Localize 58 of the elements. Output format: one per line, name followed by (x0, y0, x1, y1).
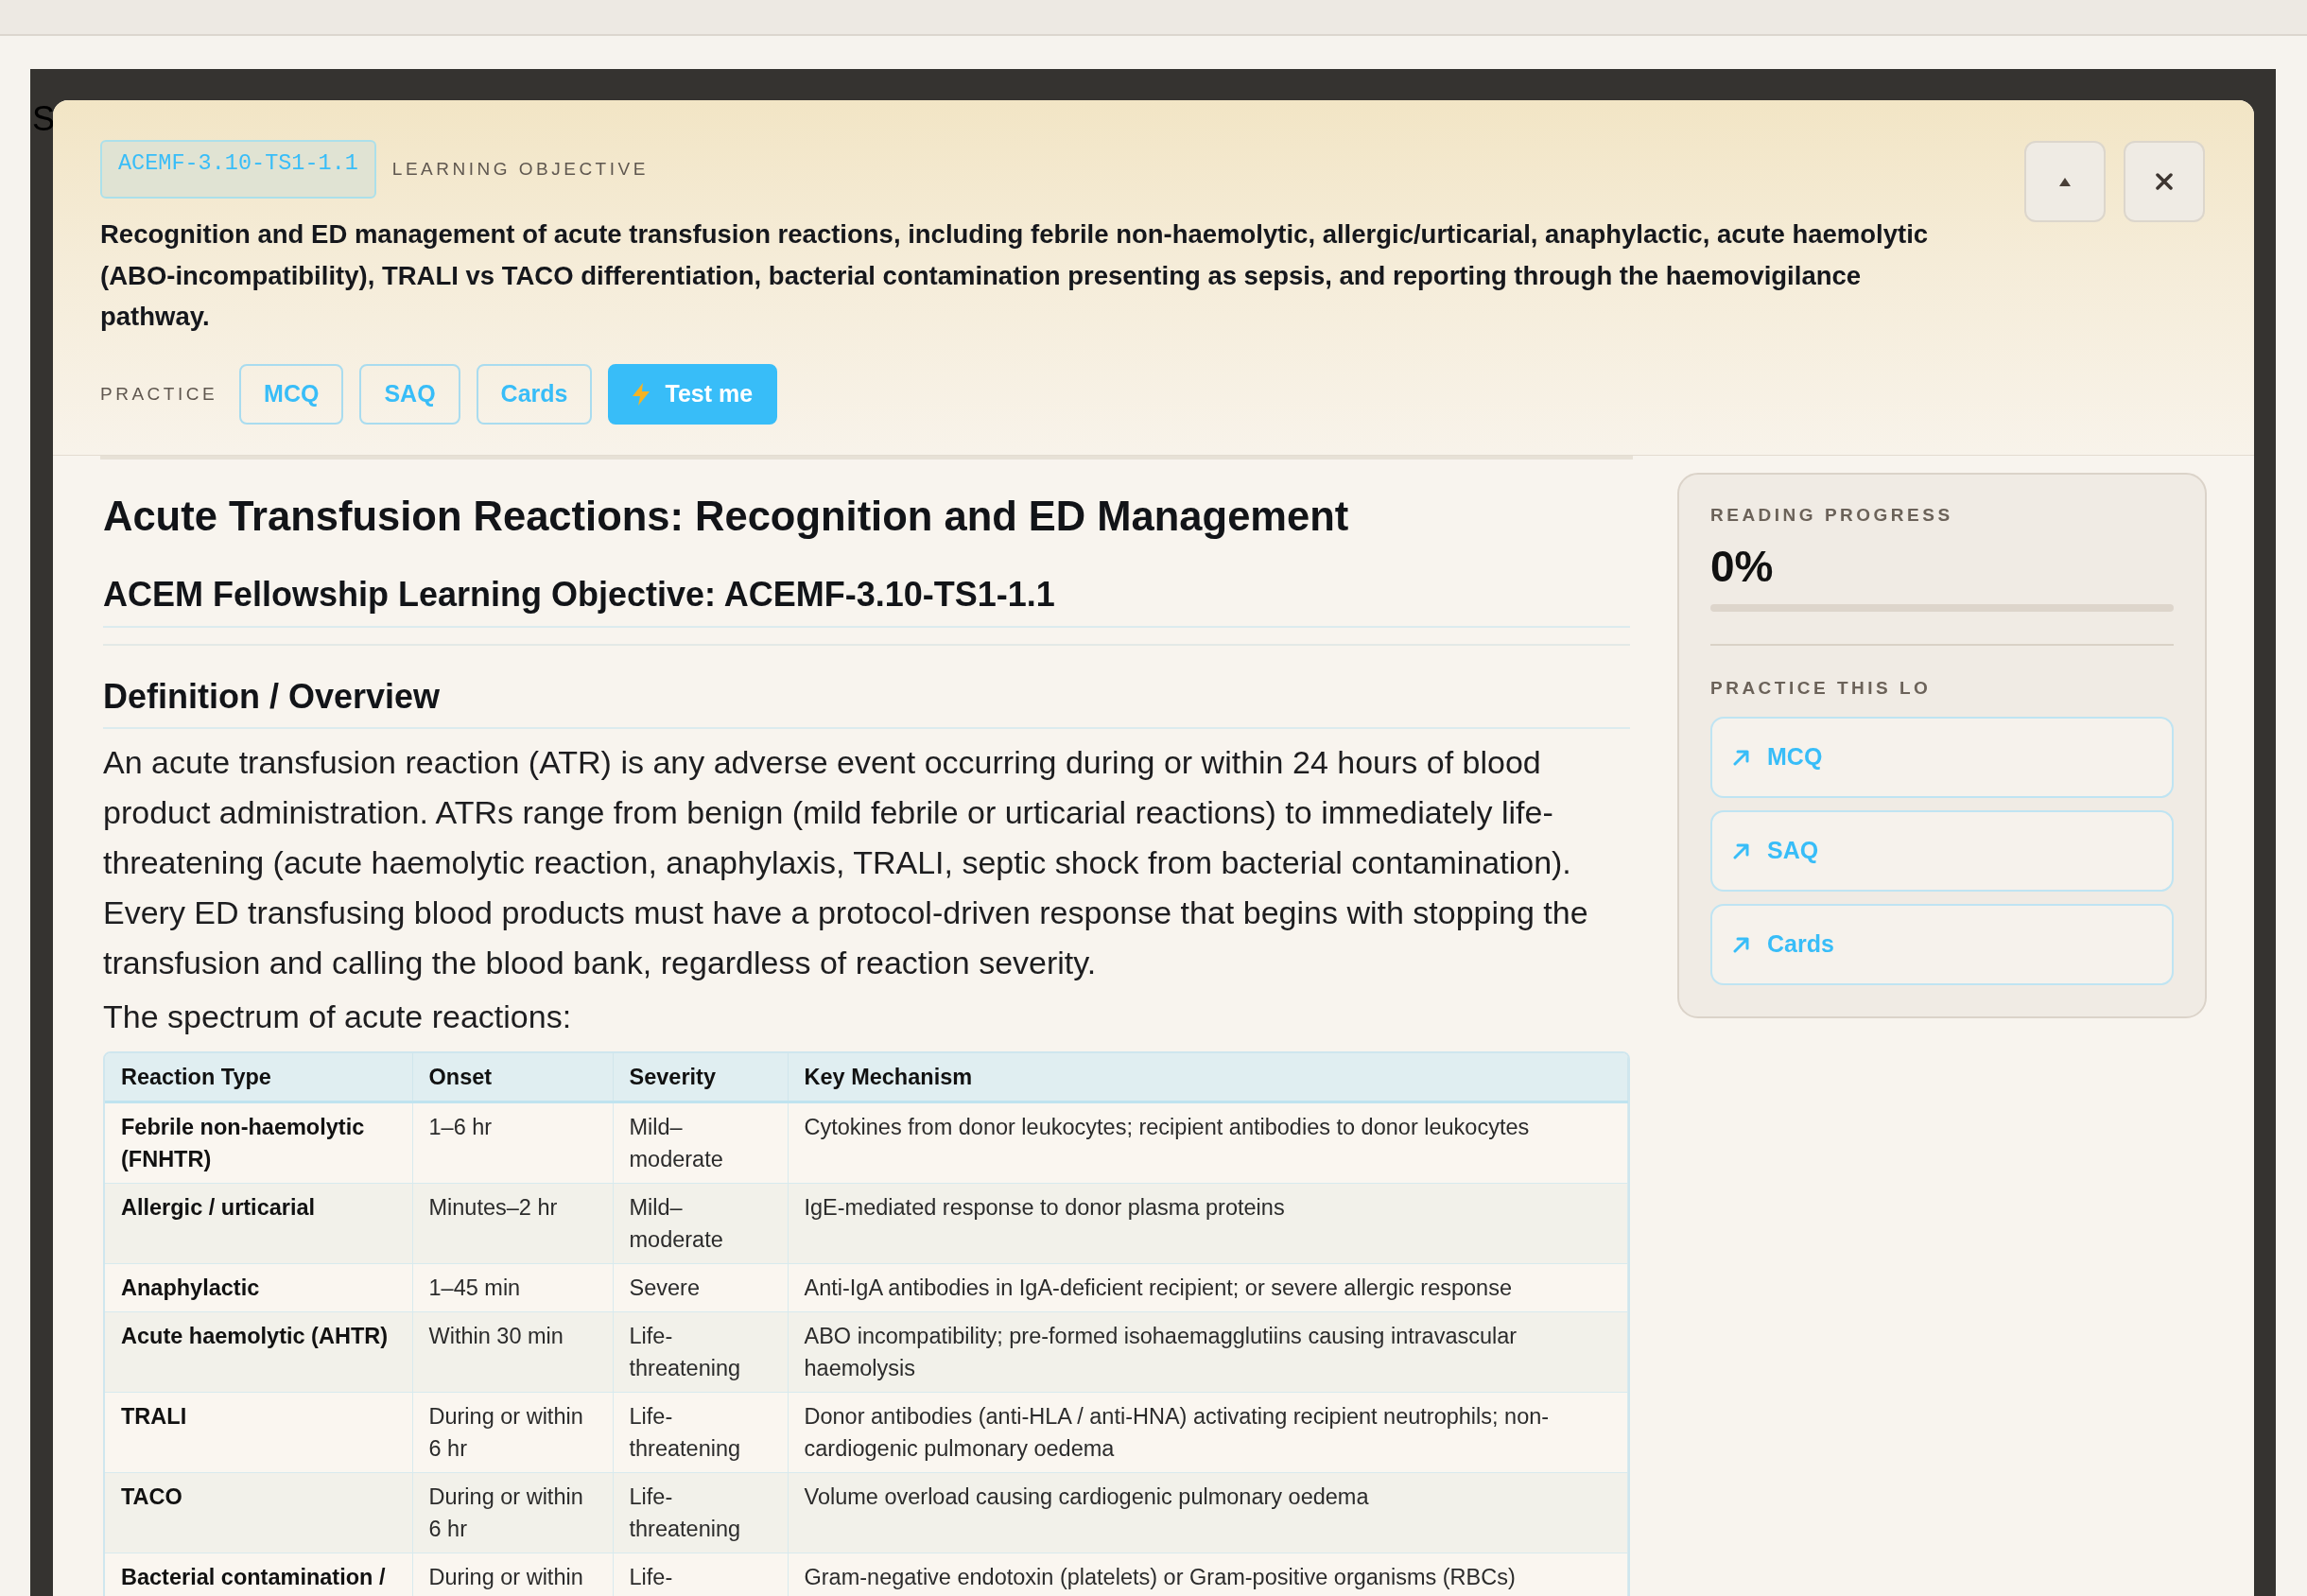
test-me-button[interactable]: Test me (608, 363, 778, 425)
table-cell: Anaphylactic (105, 1263, 412, 1311)
table-cell: 1–45 min (412, 1263, 613, 1311)
section-heading: Definition / Overview (103, 674, 1630, 729)
practice-link[interactable]: SAQ (1710, 809, 2174, 892)
practice-button[interactable]: SAQ (359, 363, 460, 425)
table-cell: Mild–moderate (613, 1183, 788, 1263)
table-cell: Life-threatening (613, 1392, 788, 1472)
arrow-up-right-icon (1733, 748, 1750, 766)
practice-label: PRACTICE (100, 383, 218, 405)
table-header-cell: Onset (412, 1052, 613, 1102)
table-cell: Donor antibodies (anti-HLA / anti-HNA) activating recipient neutrophils; non-cardiogenic pulmonary oedema (788, 1392, 1628, 1472)
close-icon (2156, 173, 2173, 190)
table-cell: Allergic / urticarial (105, 1183, 412, 1263)
table-cell: 1–6 hr (412, 1102, 613, 1183)
table-cell: Volume overload causing cardiogenic pulmonary oedema (788, 1472, 1628, 1553)
table-cell: Minutes–2 hr (412, 1183, 613, 1263)
arrow-up-right-icon (1733, 935, 1750, 953)
table-cell: Severe (613, 1263, 788, 1311)
practice-button[interactable]: Cards (476, 363, 593, 425)
practice-button[interactable]: MCQ (239, 363, 344, 425)
table-cell: During or within (412, 1553, 613, 1596)
table-cell: TACO (105, 1472, 412, 1553)
table-header-cell: Reaction Type (105, 1052, 412, 1102)
arrow-up-right-icon (1733, 841, 1750, 859)
table-cell: Life- (613, 1553, 788, 1596)
practice-link[interactable]: MCQ (1710, 716, 2174, 798)
table-cell: During or within 6 hr (412, 1392, 613, 1472)
table-cell: Febrile non-haemolytic (FNHTR) (105, 1102, 412, 1183)
table-cell: Life-threatening (613, 1472, 788, 1553)
lightning-icon (633, 382, 650, 406)
article-title: Acute Transfusion Reactions: Recognition and ED Management (103, 492, 1350, 541)
section-label: LEARNING OBJECTIVE (391, 159, 649, 180)
table-cell: IgE-mediated response to donor plasma proteins (788, 1183, 1628, 1263)
practice-heading: PRACTICE THIS LO (1710, 676, 1933, 700)
table-cell: Anti-IgA antibodies in IgA-deficient recipient; or severe allergic response (788, 1263, 1628, 1311)
table-cell: Mild–moderate (613, 1102, 788, 1183)
table-cell: Gram-negative endotoxin (platelets) or Gram-positive organisms (RBCs) (788, 1553, 1628, 1596)
body-paragraph: An acute transfusion reaction (ATR) is any adverse event occurring during or within 24 hours of blood product administration. ATRs range from benign (mild febrile or urticarial reactions) to immediately life-threatening (acute haemolytic reaction, anaphylaxis, TRALI, septic shock from bacterial contamination). Every ED transfusing blood products must have a protocol-driven response that begins with stopping the transfusion and calling the blood bank, regardless of reaction severity. (103, 742, 1589, 982)
caret-up-icon (2059, 177, 2071, 186)
table-cell: Acute haemolytic (AHTR) (105, 1311, 412, 1392)
table-cell: Bacterial contamination / (105, 1553, 412, 1596)
table-cell: Within 30 min (412, 1311, 613, 1392)
objective-text: Recognition and ED management of acute transfusion reactions, including febrile non-haemolytic, allergic/urticarial, anaphylactic, acute haemolytic (ABO-incompatibility), TRALI vs TACO differentiation, bacterial contamination presenting as sepsis, and reporting through the haemovigilance pathway. (100, 218, 1930, 333)
close-button[interactable] (2124, 141, 2205, 222)
table-cell: Cytokines from donor leukocytes; recipient antibodies to donor leukocytes (788, 1102, 1628, 1183)
progress-value: 0% (1710, 541, 1775, 591)
progress-label: READING PROGRESS (1710, 503, 1954, 527)
table-header-cell: Key Mechanism (788, 1052, 1628, 1102)
table-cell: TRALI (105, 1392, 412, 1472)
objective-code-tag: ACEMF-3.10-TS1-1.1 (100, 140, 376, 199)
table-cell: ABO incompatibility; pre-formed isohaemagglutiins causing intravascular haemolysis (788, 1311, 1628, 1392)
article-subtitle: ACEM Fellowship Learning Objective: ACEMF-3.10-TS1-1.1 (103, 572, 1630, 628)
table-header-cell: Severity (613, 1052, 788, 1102)
table-cell: Life-threatening (613, 1311, 788, 1392)
table-cell: During or within 6 hr (412, 1472, 613, 1553)
practice-link[interactable]: Cards (1710, 903, 2174, 985)
body-paragraph: The spectrum of acute reactions: (103, 997, 573, 1036)
